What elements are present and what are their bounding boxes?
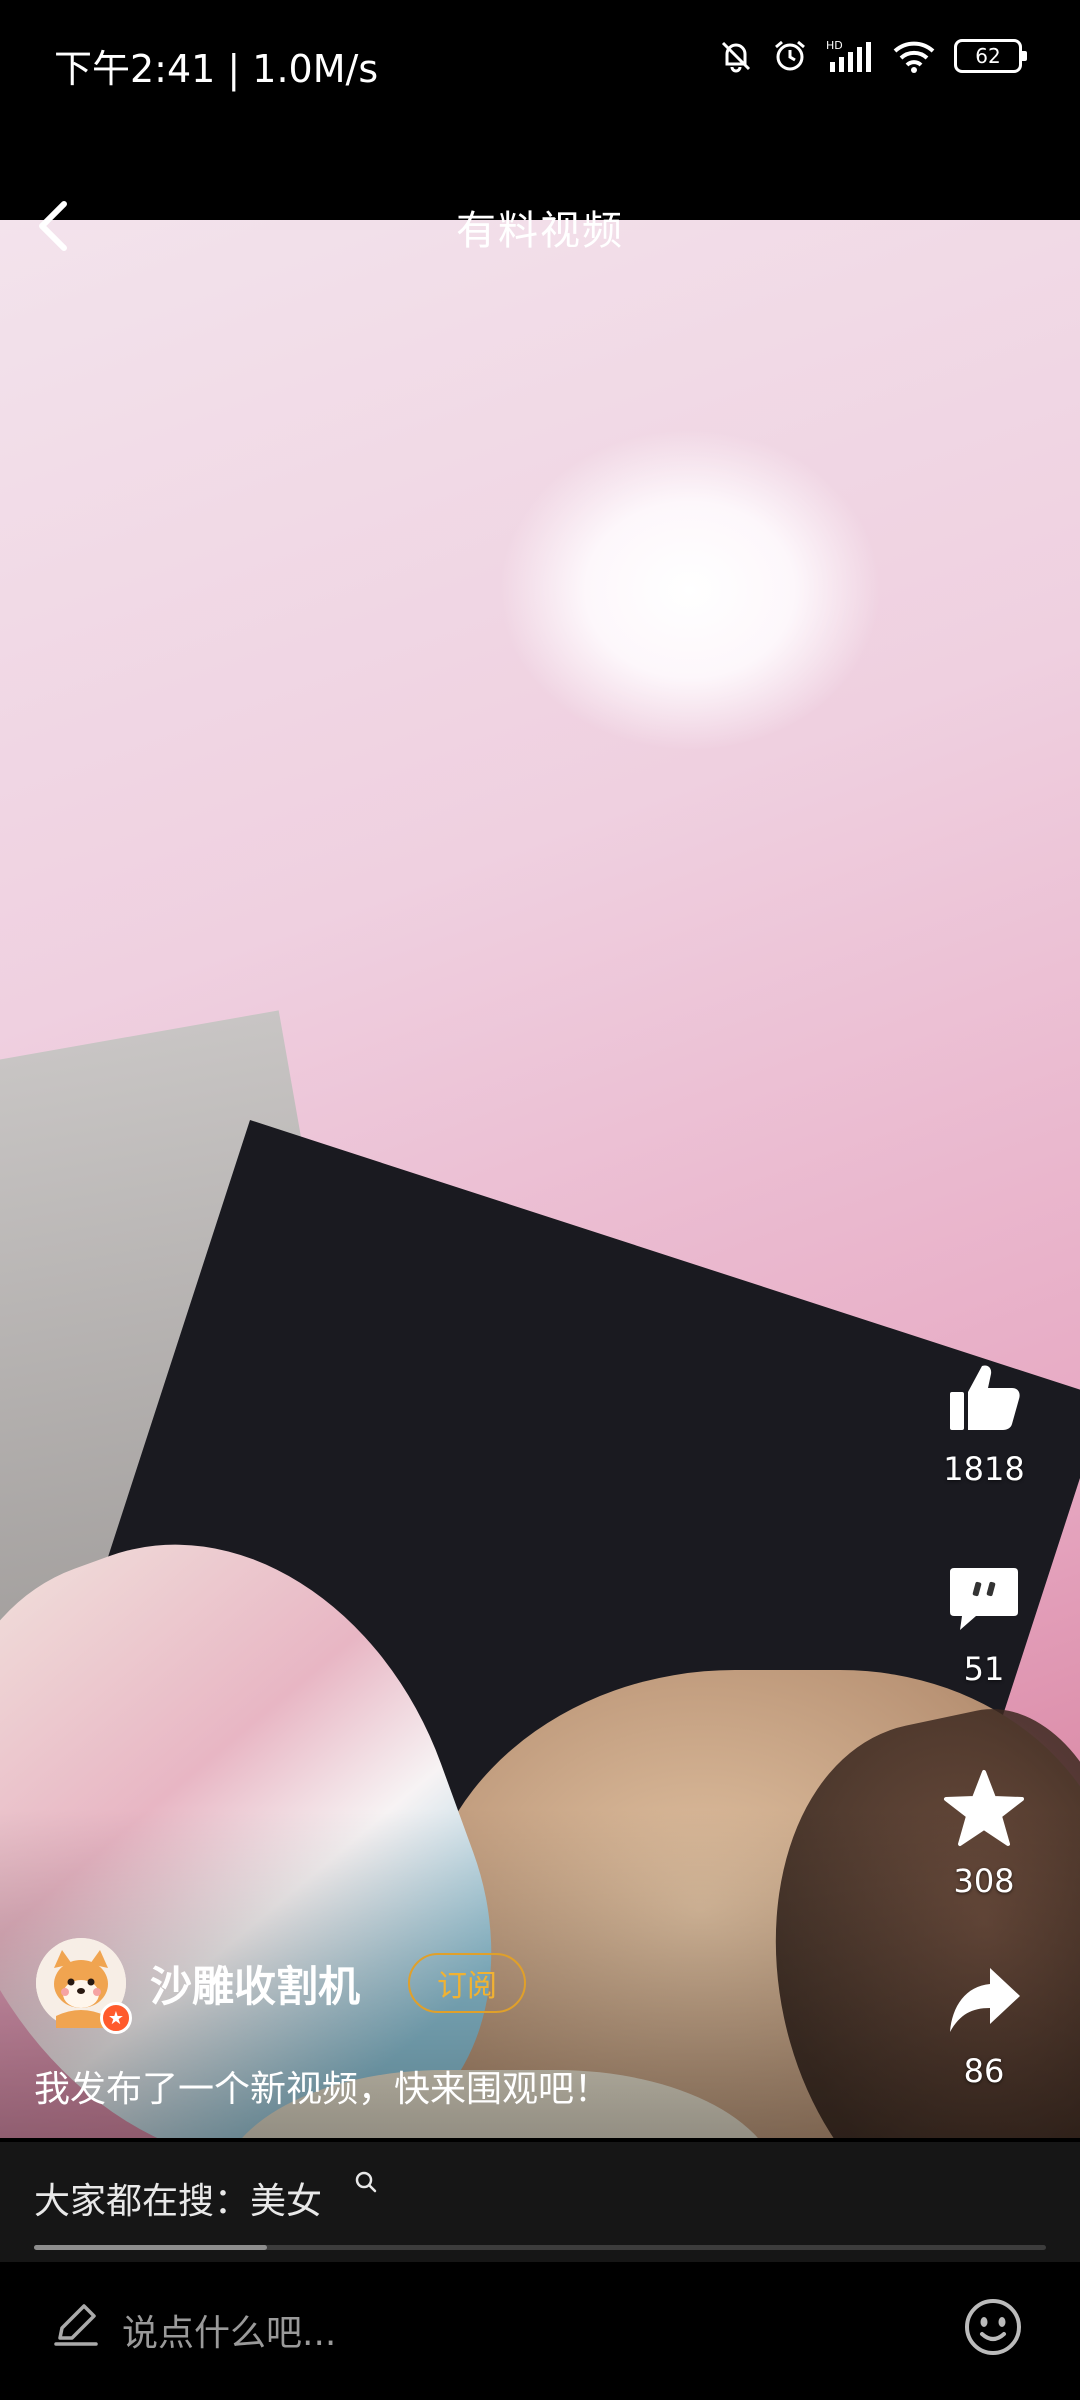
share-count: 86 bbox=[963, 2052, 1005, 2090]
search-hint-bar[interactable]: 大家都在搜：美女 bbox=[0, 2142, 1080, 2262]
status-bar: 下午2:41 | 1.0M/s HD 62 bbox=[0, 0, 1080, 130]
subscribe-button[interactable]: 订阅 bbox=[408, 1953, 527, 2013]
avatar[interactable]: ★ bbox=[36, 1938, 132, 2034]
alarm-icon bbox=[775, 40, 805, 71]
comment-bar: 说点什么吧... bbox=[0, 2262, 1080, 2400]
favorite-count: 308 bbox=[953, 1862, 1015, 1900]
comment-input[interactable]: 说点什么吧... bbox=[122, 2304, 336, 2356]
battery-level: 62 bbox=[975, 44, 1001, 68]
star-icon bbox=[944, 1770, 1024, 1846]
battery-indicator: 62 bbox=[954, 39, 1027, 73]
search-icon bbox=[355, 2171, 377, 2193]
favorite-button[interactable]: 308 bbox=[924, 1768, 1044, 1900]
share-arrow-icon bbox=[950, 1968, 1020, 2032]
video-player[interactable] bbox=[0, 220, 1080, 2138]
author-row: ★ 沙雕收割机 订阅 bbox=[36, 1938, 527, 2034]
signal-icon: HD bbox=[826, 39, 871, 72]
comment-bubble-icon bbox=[950, 1568, 1018, 1630]
share-button[interactable]: 86 bbox=[924, 1962, 1044, 2090]
status-icons: HD 62 bbox=[718, 38, 1027, 74]
verified-badge-icon: ★ bbox=[100, 2002, 132, 2034]
thumbs-up-icon bbox=[950, 1365, 1020, 1430]
search-hint-text[interactable]: 大家都在搜：美女 bbox=[34, 2172, 322, 2224]
video-progress-bar[interactable] bbox=[34, 2245, 1046, 2250]
comment-button[interactable]: 51 bbox=[924, 1560, 1044, 1688]
comment-count: 51 bbox=[963, 1650, 1005, 1688]
wifi-icon bbox=[893, 41, 935, 73]
like-count: 1818 bbox=[943, 1450, 1025, 1488]
page-title: 有料视频 bbox=[456, 208, 624, 254]
like-button[interactable]: 1818 bbox=[924, 1360, 1044, 1488]
video-description: 我发布了一个新视频，快来围观吧！ bbox=[34, 2069, 611, 2110]
video-progress-fill bbox=[34, 2245, 267, 2250]
bell-off-icon bbox=[721, 41, 751, 73]
status-time: 下午2:41 | 1.0M/s bbox=[54, 47, 379, 91]
emoji-icon[interactable] bbox=[962, 2296, 1024, 2358]
svg-text:HD: HD bbox=[826, 39, 843, 52]
author-name[interactable]: 沙雕收割机 bbox=[150, 1953, 360, 2014]
pencil-icon bbox=[54, 2304, 98, 2346]
